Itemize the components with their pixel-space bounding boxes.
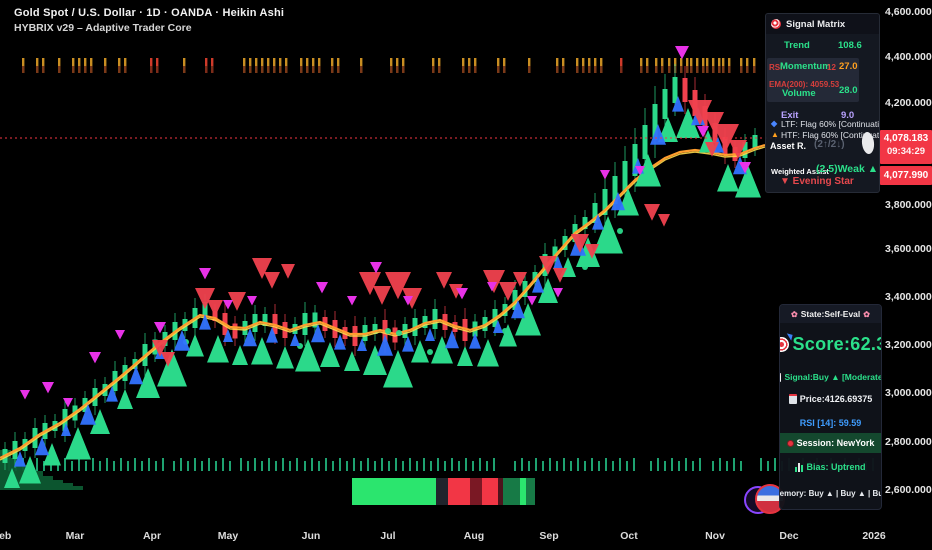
bar-countdown: 09:34:29 [886, 146, 926, 157]
time-axis-label: Feb [0, 530, 12, 542]
ltf-diamond-icon: ◆ [771, 119, 778, 128]
target-icon [771, 19, 781, 29]
price-axis-label: 4,600.000 [885, 6, 932, 18]
score-row: Score:62.3 [780, 331, 881, 357]
asset-watermark: (2↑/2↓) [814, 139, 845, 150]
price-axis-label: 3,800.000 [885, 199, 932, 211]
time-axis-label: 2026 [862, 530, 886, 542]
signal-matrix-header: Signal Matrix [766, 14, 879, 34]
signal-row: ✓ Signal:Buy ▲ [Moderate] [780, 371, 881, 383]
calculator-icon [788, 394, 797, 404]
ltf-status: LTF: Flag 60% [Continuation] [781, 119, 880, 129]
asset-label: Asset R. [770, 141, 807, 151]
memory-row: ✕ Memory: Buy ▲ | Buy ▲ | Buy ▲ [780, 487, 881, 499]
rsi-value: RSI [14]: 59.59 [799, 418, 862, 428]
session-row: Session: NewYork [780, 433, 881, 453]
htf-arrow-icon: ▲ [771, 130, 779, 139]
momentum-value: 27.0 [839, 61, 858, 72]
price-value: Price:4126.69375 [799, 394, 873, 404]
indicator-title: HYBRIX v29 – Adaptive Trader Core [14, 22, 192, 34]
time-axis-label: Sep [539, 530, 559, 542]
momentum-label: Momentum [780, 61, 831, 72]
price-axis-label: 2,600.000 [885, 484, 932, 496]
bar-chart-icon [795, 462, 804, 472]
state-panel-title: State:Self-Eval [800, 309, 861, 319]
trend-value: 108.6 [838, 40, 862, 51]
symbol-title: Gold Spot / U.S. Dollar · 1D · OANDA · H… [14, 7, 285, 19]
flower-icon: ✿ [791, 309, 798, 319]
time-axis-label: Apr [142, 530, 162, 542]
trend-label: Trend [784, 40, 810, 51]
state-panel-header: ✿ State:Self-Eval ✿ [780, 305, 881, 323]
rsi-row: RSI [14]: 59.59 [780, 417, 881, 429]
signal-matrix-title: Signal Matrix [786, 18, 846, 30]
price-axis-label: 3,400.000 [885, 291, 932, 303]
time-axis-label: Oct [620, 530, 638, 542]
dartboard-icon [780, 332, 794, 352]
chart-title-block: Gold Spot / U.S. Dollar · 1D · OANDA · H… [14, 7, 284, 34]
candle-pattern-label: ▼ Evening Star [780, 176, 854, 187]
time-axis-label: Mar [65, 530, 85, 542]
trading-chart-app: Gold Spot / U.S. Dollar · 1D · OANDA · H… [0, 0, 932, 550]
price-axis-label: 4,400.000 [885, 51, 932, 63]
price-axis[interactable]: 4,078.183 09:34:29 4,077.990 4,600.000 4,… [880, 0, 932, 522]
secondary-price-badge: 4,077.990 [880, 166, 932, 185]
time-axis-label: Jul [380, 530, 396, 542]
broker-watermark-logo[interactable] [744, 484, 785, 518]
session-icon [786, 439, 794, 447]
bias-value: Bias: Uptrend [806, 462, 866, 472]
signal-matrix-panel: Signal Matrix Trend 108.6 RSI Momentum 1… [765, 13, 880, 193]
bias-row: Bias: Uptrend [780, 461, 881, 473]
session-value: Session: NewYork [796, 438, 875, 448]
price-axis-label: 3,600.000 [885, 243, 932, 255]
price-axis-label: 4,200.000 [885, 97, 932, 109]
state-self-eval-panel: ✿ State:Self-Eval ✿ Score:62.3 ✓ Signal:… [779, 304, 882, 510]
price-axis-label: 3,000.000 [885, 387, 932, 399]
time-axis-label: Jun [301, 530, 321, 542]
memory-value: Memory: Buy ▲ | Buy ▲ | Buy ▲ [779, 488, 881, 498]
current-price-badge: 4,078.183 09:34:29 [880, 130, 932, 164]
score-value: Score:62.3 [792, 333, 882, 354]
flower-icon: ✿ [863, 309, 870, 319]
weighted-assist-value: (2.5)Weak ▲ [816, 163, 879, 175]
time-axis-label: May [217, 530, 239, 542]
time-axis-label: Dec [779, 530, 799, 542]
price-axis-label: 2,800.000 [885, 436, 932, 448]
time-axis[interactable]: Feb Mar Apr May Jun Jul Aug Sep Oct Nov Dec 2026 [0, 522, 932, 550]
time-axis-label: Aug [463, 530, 485, 542]
price-axis-label: 3,200.000 [885, 339, 932, 351]
volume-value: 28.0 [839, 85, 858, 96]
signal-value: Signal:Buy ▲ [Moderate] [784, 372, 882, 382]
checkbox-icon: ✓ [780, 372, 782, 382]
price-row: Price:4126.69375 [780, 393, 881, 405]
time-axis-label: Nov [705, 530, 725, 542]
momentum-length-label: 12 [827, 63, 836, 72]
current-price-value: 4,078.183 [883, 133, 929, 144]
volume-label: Volume [782, 88, 816, 99]
